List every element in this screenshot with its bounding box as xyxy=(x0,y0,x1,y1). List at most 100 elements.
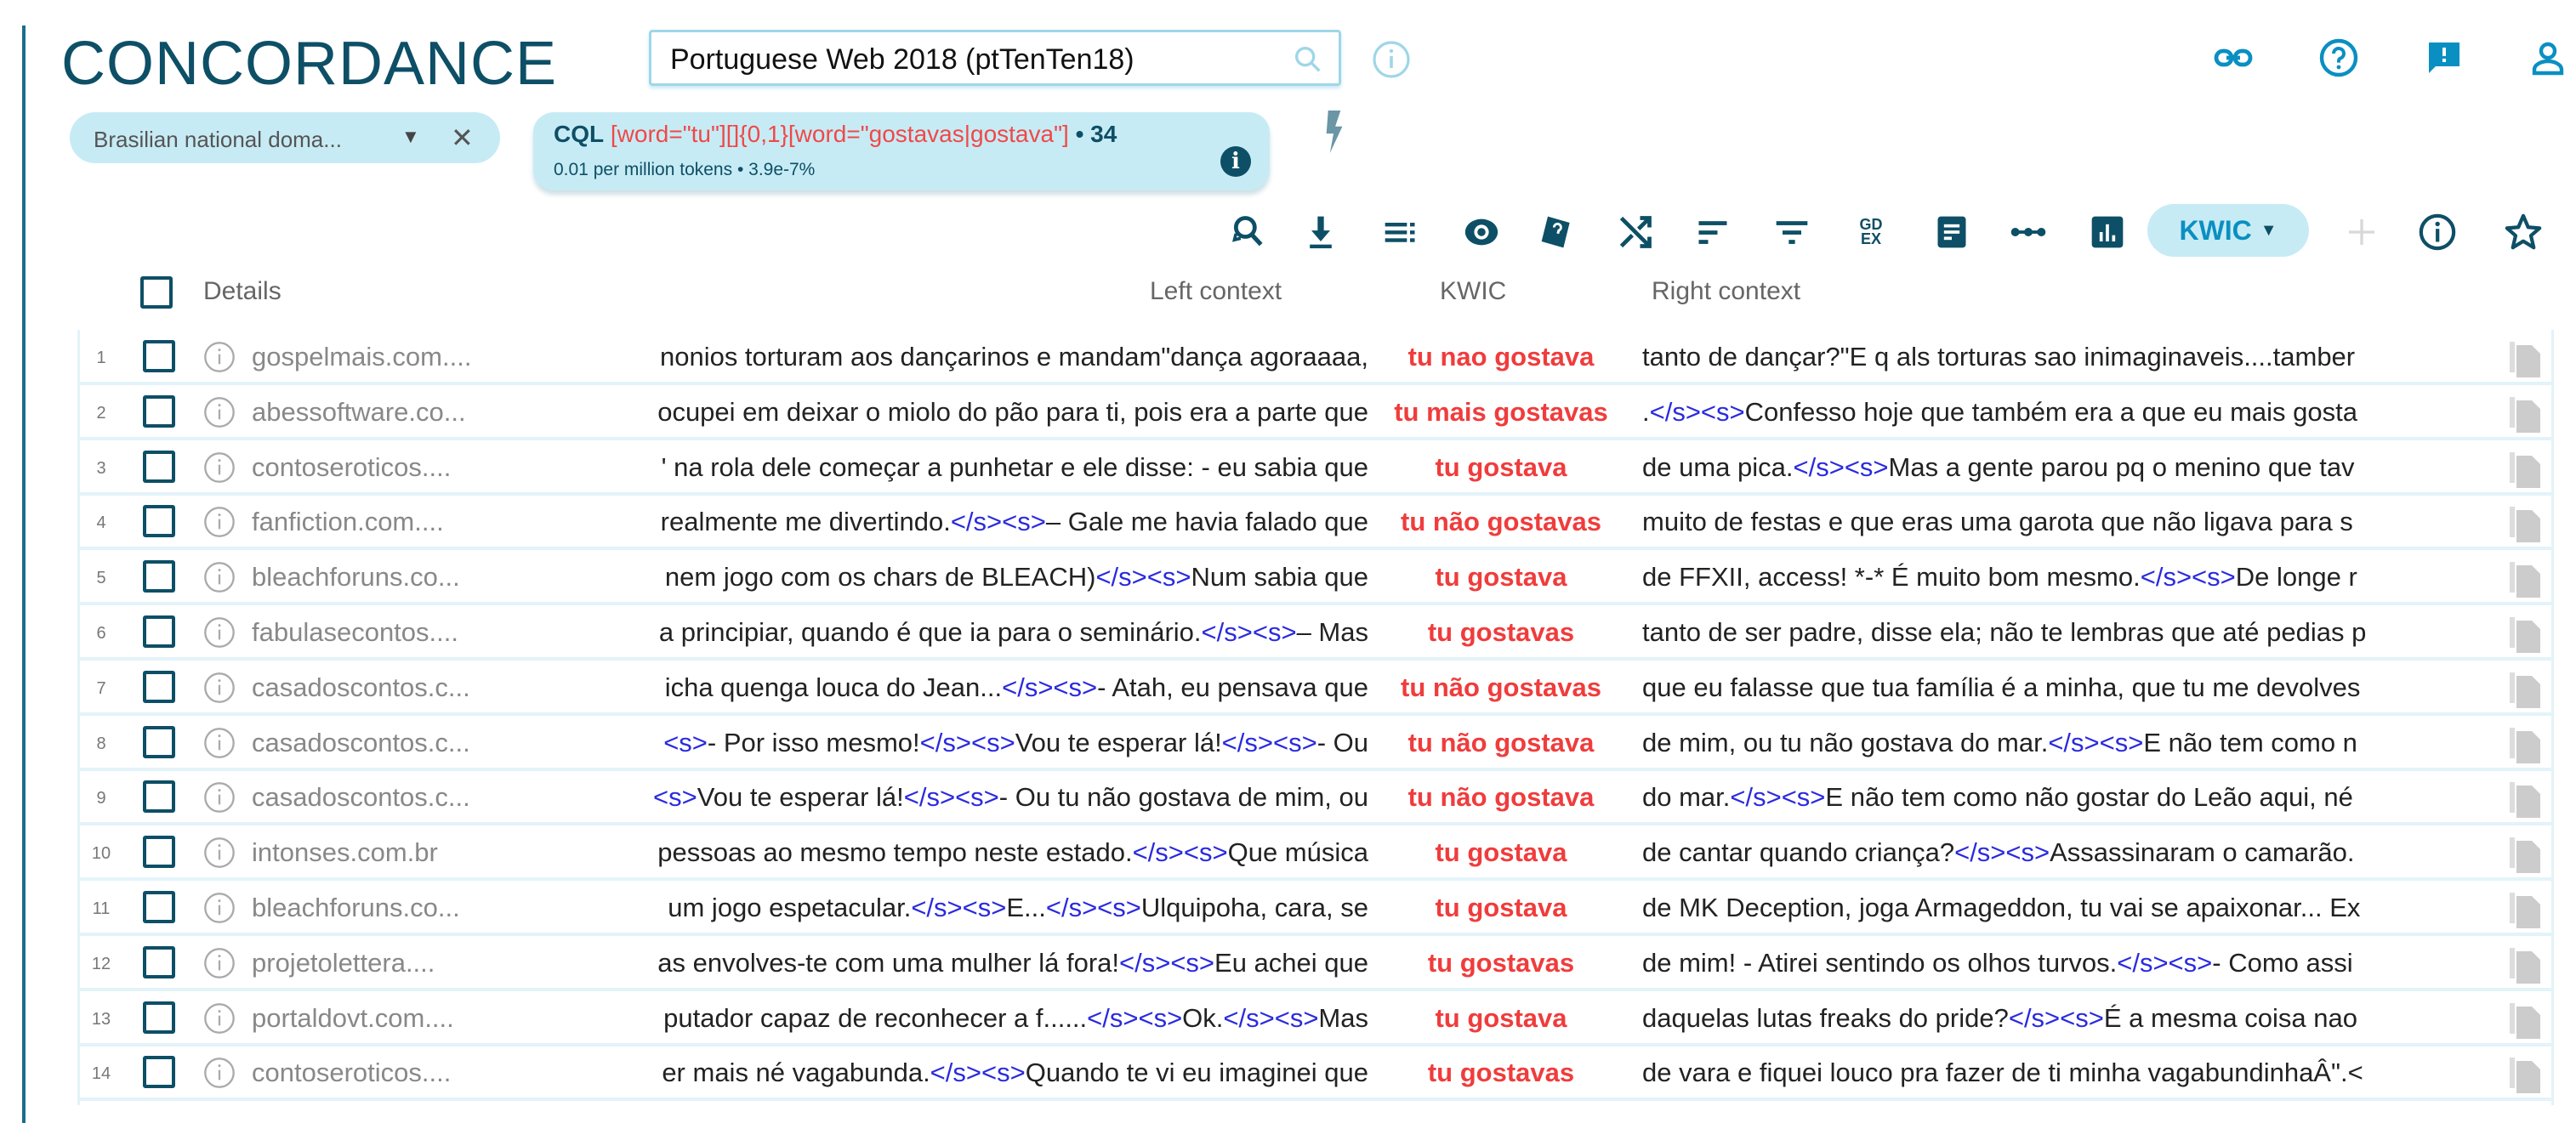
sort-icon[interactable] xyxy=(1692,211,1734,253)
table-row[interactable]: 11 bleachforuns.co... um jogo espetacular.… xyxy=(80,881,2554,936)
row-source-domain[interactable]: contoseroticos.... xyxy=(252,1058,522,1088)
row-info-icon[interactable] xyxy=(202,946,236,987)
copy-icon[interactable] xyxy=(2508,946,2542,990)
table-row[interactable]: 3 contoseroticos.... ' na rola dele começa… xyxy=(80,440,2554,496)
copy-icon[interactable] xyxy=(2508,891,2542,935)
query-info-icon[interactable]: i xyxy=(1220,146,1251,177)
table-row[interactable]: 2 abessoftware.co... ocupei em deixar o mi… xyxy=(80,385,2554,440)
row-checkbox[interactable] xyxy=(143,340,175,372)
row-source-domain[interactable]: casadoscontos.c... xyxy=(252,782,522,813)
gdex-icon[interactable]: GD EX xyxy=(1850,211,1892,253)
query-chip[interactable]: CQL [word="tu"][]{0,1}[word="gostavas|go… xyxy=(533,112,1270,190)
table-row[interactable]: 10 intonses.com.br pessoas ao mesmo tempo … xyxy=(80,825,2554,882)
kwic-match[interactable]: tu gostavas xyxy=(1373,948,1629,978)
eye-icon[interactable] xyxy=(1460,211,1503,253)
row-info-icon[interactable] xyxy=(202,451,236,491)
table-row[interactable]: 5 bleachforuns.co... nem jogo com os chars… xyxy=(80,550,2554,606)
view-options-icon[interactable] xyxy=(1379,211,1422,253)
copy-icon[interactable] xyxy=(2508,671,2542,715)
user-icon[interactable] xyxy=(2528,37,2568,82)
row-checkbox[interactable] xyxy=(143,505,175,538)
row-info-icon[interactable] xyxy=(202,395,236,436)
kwic-match[interactable]: tu não gostavas xyxy=(1373,672,1629,703)
row-info-icon[interactable] xyxy=(202,726,236,767)
close-icon[interactable]: ✕ xyxy=(451,122,474,154)
row-checkbox[interactable] xyxy=(143,560,175,593)
row-info-icon[interactable] xyxy=(202,1001,236,1042)
copy-icon[interactable] xyxy=(2508,1001,2542,1046)
row-checkbox[interactable] xyxy=(143,394,175,428)
search-icon[interactable] xyxy=(1291,43,1325,81)
row-checkbox[interactable] xyxy=(143,836,175,869)
copy-icon[interactable] xyxy=(2508,615,2542,660)
copy-icon[interactable] xyxy=(2508,560,2542,604)
copy-icon[interactable] xyxy=(2508,780,2542,825)
table-row[interactable]: 4 fanfiction.com.... realmente me divertin… xyxy=(80,495,2554,551)
corpus-selector[interactable]: Portuguese Web 2018 (ptTenTen18) xyxy=(649,30,1341,86)
row-info-icon[interactable] xyxy=(202,340,236,381)
copy-icon[interactable] xyxy=(2508,451,2542,495)
table-row[interactable]: 14 contoseroticos.... er mais né vagabunda… xyxy=(80,1046,2554,1102)
row-checkbox[interactable] xyxy=(143,891,175,923)
dictionary-icon[interactable] xyxy=(1536,211,1578,253)
kwic-match[interactable]: tu gostava xyxy=(1373,452,1629,483)
kwic-match[interactable]: tu gostava xyxy=(1373,1003,1629,1034)
row-info-icon[interactable] xyxy=(202,671,236,712)
row-checkbox[interactable] xyxy=(143,725,175,758)
refine-search-icon[interactable] xyxy=(1227,211,1270,253)
view-mode-dropdown[interactable]: KWIC ▼ xyxy=(2147,204,2309,257)
row-checkbox[interactable] xyxy=(143,450,175,483)
row-info-icon[interactable] xyxy=(202,1056,236,1097)
row-source-domain[interactable]: contoseroticos.... xyxy=(252,452,522,483)
kwic-match[interactable]: tu gostavas xyxy=(1373,1058,1629,1088)
kwic-match[interactable]: tu não gostava xyxy=(1373,728,1629,758)
row-checkbox[interactable] xyxy=(143,615,175,648)
copy-icon[interactable] xyxy=(2508,340,2542,384)
row-source-domain[interactable]: casadoscontos.c... xyxy=(252,728,522,758)
download-icon[interactable] xyxy=(1299,211,1342,253)
table-row[interactable]: 13 portaldovt.com.... putador capaz de rec… xyxy=(80,991,2554,1046)
row-source-domain[interactable]: bleachforuns.co... xyxy=(252,562,522,593)
link-icon[interactable] xyxy=(2213,37,2254,82)
row-source-domain[interactable]: abessoftware.co... xyxy=(252,397,522,428)
table-row[interactable]: 9 casadoscontos.c... <s>Vou te esperar lá!… xyxy=(80,770,2554,826)
row-source-domain[interactable]: fabulasecontos.... xyxy=(252,617,522,648)
copy-icon[interactable] xyxy=(2508,395,2542,440)
row-info-icon[interactable] xyxy=(202,836,236,876)
kwic-match[interactable]: tu gostava xyxy=(1373,893,1629,923)
row-source-domain[interactable]: intonses.com.br xyxy=(252,837,522,868)
document-icon[interactable] xyxy=(1931,211,1973,253)
select-all-checkbox[interactable] xyxy=(140,276,173,309)
row-source-domain[interactable]: gospelmais.com.... xyxy=(252,342,522,372)
row-source-domain[interactable]: bleachforuns.co... xyxy=(252,893,522,923)
help-icon[interactable] xyxy=(2318,37,2359,82)
table-row[interactable]: 7 casadoscontos.c... icha quenga louca do … xyxy=(80,661,2554,716)
info-icon[interactable] xyxy=(2416,211,2459,253)
row-info-icon[interactable] xyxy=(202,560,236,601)
row-info-icon[interactable] xyxy=(202,505,236,546)
shuffle-icon[interactable] xyxy=(1614,211,1657,253)
kwic-match[interactable]: tu nao gostava xyxy=(1373,342,1629,372)
table-row[interactable]: 1 gospelmais.com.... nonios torturam aos d… xyxy=(80,330,2554,385)
row-source-domain[interactable]: casadoscontos.c... xyxy=(252,672,522,703)
chevron-down-icon[interactable]: ▼ xyxy=(401,126,420,148)
row-checkbox[interactable] xyxy=(143,780,175,814)
kwic-match[interactable]: tu mais gostavas xyxy=(1373,397,1629,428)
table-row[interactable]: 8 casadoscontos.c... <s>- Por isso mesmo!<… xyxy=(80,716,2554,771)
star-icon[interactable] xyxy=(2502,211,2545,253)
row-checkbox[interactable] xyxy=(143,1001,175,1034)
collocation-icon[interactable] xyxy=(2007,211,2050,253)
row-source-domain[interactable]: fanfiction.com.... xyxy=(252,507,522,537)
kwic-match[interactable]: tu gostavas xyxy=(1373,617,1629,648)
row-checkbox[interactable] xyxy=(143,945,175,978)
lightning-icon[interactable] xyxy=(1321,111,1346,157)
kwic-match[interactable]: tu não gostava xyxy=(1373,782,1629,813)
table-row[interactable]: 6 fabulasecontos.... a principiar, quando … xyxy=(80,605,2554,661)
row-source-domain[interactable]: projetolettera.... xyxy=(252,948,522,978)
feedback-icon[interactable] xyxy=(2424,37,2465,82)
row-source-domain[interactable]: portaldovt.com.... xyxy=(252,1003,522,1034)
filter-icon[interactable] xyxy=(1771,211,1813,253)
row-info-icon[interactable] xyxy=(202,891,236,932)
row-info-icon[interactable] xyxy=(202,615,236,656)
row-info-icon[interactable] xyxy=(202,780,236,821)
